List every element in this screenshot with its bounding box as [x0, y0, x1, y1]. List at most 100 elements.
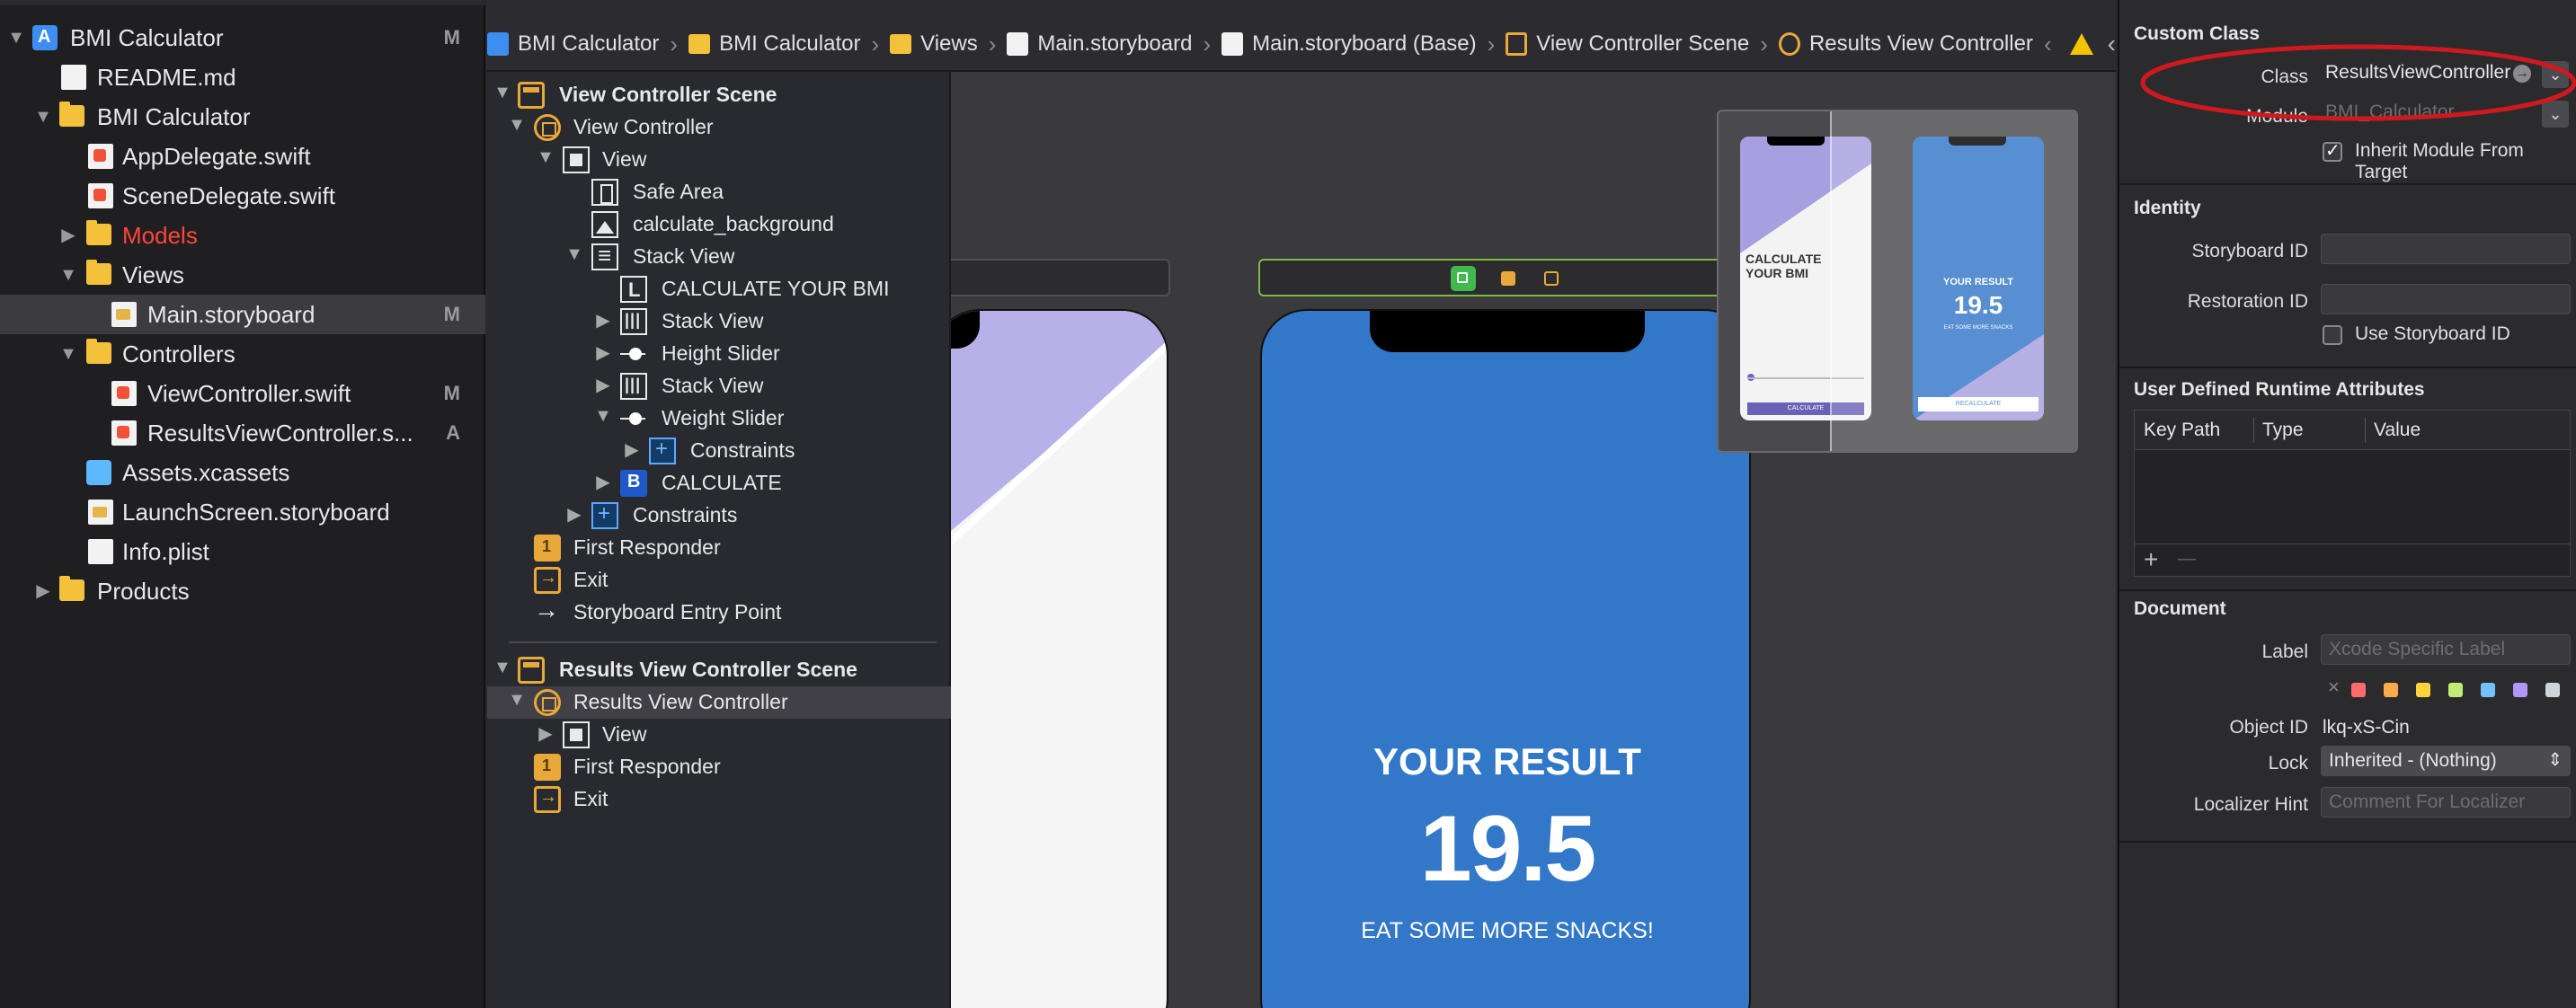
outline-exit[interactable]: Exit — [487, 564, 951, 597]
canvas-minimap[interactable]: CALCULATE YOUR BMI CALCULATE YOUR RESULT… — [1717, 110, 2078, 453]
localizer-hint-field[interactable]: Comment For Localizer — [2321, 787, 2571, 818]
minimap-viewport-indicator[interactable] — [1830, 111, 2076, 451]
color-swatch-green[interactable] — [2448, 683, 2463, 697]
outline-view-controller[interactable]: ▼ View Controller — [487, 111, 951, 144]
nav-item-views[interactable]: ▼ Views — [0, 255, 485, 295]
result-title-label[interactable]: YOUR RESULT — [1262, 740, 1749, 783]
jump-bar-storyboard[interactable]: Main.storyboard — [1007, 31, 1192, 57]
jump-bar-storyboard-base[interactable]: Main.storyboard (Base) — [1221, 31, 1477, 57]
color-swatch-yellow[interactable] — [2416, 683, 2430, 697]
outline-results-scene[interactable]: ▼ Results View Controller Scene — [487, 654, 951, 686]
nav-item-resultsviewcontroller[interactable]: ResultsViewController.s... A — [0, 413, 485, 453]
color-swatch-orange[interactable] — [2384, 683, 2398, 697]
outline-background[interactable]: calculate_background — [487, 208, 951, 241]
result-value-label[interactable]: 19.5 — [1262, 796, 1749, 903]
nav-item-group-bmi[interactable]: ▼ BMI Calculator — [0, 97, 485, 137]
disclosure-triangle-icon[interactable]: ▶ — [593, 341, 613, 364]
use-storyboard-id-checkbox[interactable] — [2323, 325, 2342, 345]
outline-stack-view[interactable]: ▼ Stack View — [487, 241, 951, 273]
nav-item-launchscreen[interactable]: LaunchScreen.storyboard — [0, 492, 485, 532]
lock-popup[interactable]: Inherited - (Nothing) ⇕ — [2321, 746, 2571, 776]
outline-constraints-inner[interactable]: ▶ Constraints — [487, 435, 951, 467]
disclosure-triangle-icon[interactable]: ▼ — [507, 690, 527, 711]
jump-bar-views[interactable]: Views — [890, 31, 978, 57]
chevron-left-icon[interactable]: ‹ — [2044, 31, 2052, 58]
outline-safe-area[interactable]: Safe Area — [487, 176, 951, 208]
disclosure-triangle-icon[interactable]: ▼ — [507, 115, 527, 136]
outline-constraints[interactable]: ▶ Constraints — [487, 500, 951, 532]
column-value[interactable]: Value — [2374, 420, 2421, 441]
scene-dock-left[interactable] — [951, 259, 1170, 296]
disclosure-triangle-icon[interactable]: ▼ — [536, 147, 555, 168]
jump-bar-results-vc[interactable]: Results View Controller — [1778, 31, 2033, 57]
nav-item-main-storyboard[interactable]: Main.storyboard M — [0, 295, 485, 334]
calculate-scene-phone[interactable] — [951, 309, 1168, 1008]
outline-vc-scene[interactable]: ▼ View Controller Scene — [487, 79, 951, 111]
result-advice-label[interactable]: EAT SOME MORE SNACKS! — [1262, 918, 1749, 944]
nav-item-infoplist[interactable]: Info.plist — [0, 532, 485, 571]
outline-weight-slider[interactable]: ▼ Weight Slider — [487, 402, 951, 435]
disclosure-triangle-icon[interactable]: ▶ — [32, 580, 54, 602]
disclosure-triangle-icon[interactable]: ▶ — [58, 225, 79, 246]
jump-bar-project[interactable]: BMI Calculator — [487, 31, 659, 57]
add-attribute-button[interactable]: + — [2144, 545, 2158, 574]
color-swatch-blue[interactable] — [2481, 683, 2495, 697]
column-type[interactable]: Type — [2262, 420, 2304, 441]
restoration-id-field[interactable] — [2321, 284, 2571, 314]
results-scene-phone[interactable]: YOUR RESULT 19.5 EAT SOME MORE SNACKS! — [1260, 309, 1751, 1008]
document-label-field[interactable]: Xcode Specific Label — [2321, 634, 2571, 665]
color-swatch-purple[interactable] — [2513, 683, 2527, 697]
nav-item-viewcontroller[interactable]: ViewController.swift M — [0, 374, 485, 413]
view-controller-dock-icon[interactable] — [1451, 266, 1476, 291]
outline-stack-view-2[interactable]: ▶ Stack View — [487, 305, 951, 338]
outline-results-first-responder[interactable]: First Responder — [487, 751, 951, 783]
nav-item-label: ResultsViewController.s... — [147, 419, 413, 447]
first-responder-dock-icon[interactable] — [1496, 266, 1521, 291]
column-key-path[interactable]: Key Path — [2144, 420, 2220, 441]
nav-item-products[interactable]: ▶ Products — [0, 571, 485, 611]
disclosure-triangle-icon[interactable]: ▼ — [593, 406, 613, 427]
jump-bar-group[interactable]: BMI Calculator — [688, 31, 860, 57]
disclosure-triangle-icon[interactable]: ▶ — [536, 722, 555, 745]
nav-item-appdelegate[interactable]: AppDelegate.swift — [0, 137, 485, 176]
nav-item-models[interactable]: ▶ Models — [0, 216, 485, 255]
disclosure-triangle-icon[interactable]: ▶ — [593, 471, 613, 493]
nav-item-project[interactable]: ▼ BMI Calculator M — [0, 18, 485, 57]
clear-color-label-icon[interactable]: × — [2328, 676, 2340, 699]
disclosure-triangle-icon[interactable]: ▼ — [5, 27, 27, 49]
disclosure-triangle-icon[interactable]: ▼ — [58, 264, 79, 286]
disclosure-triangle-icon[interactable]: ▼ — [493, 658, 512, 678]
exit-dock-icon[interactable] — [1539, 266, 1564, 291]
disclosure-triangle-icon[interactable]: ▼ — [58, 343, 79, 365]
inherit-module-checkbox[interactable] — [2323, 139, 2342, 162]
outline-results-view[interactable]: ▶ View — [487, 719, 951, 751]
outline-entry-point[interactable]: Storyboard Entry Point — [487, 596, 951, 629]
nav-item-assets[interactable]: Assets.xcassets — [0, 453, 485, 492]
disclosure-triangle-icon[interactable]: ▼ — [564, 244, 584, 265]
outline-calculate-button[interactable]: ▶ CALCULATE — [487, 467, 951, 500]
outline-view[interactable]: ▼ View — [487, 144, 951, 176]
outline-stack-view-3[interactable]: ▶ Stack View — [487, 370, 951, 402]
outline-results-exit[interactable]: Exit — [487, 783, 951, 816]
jump-bar-scene[interactable]: View Controller Scene — [1506, 31, 1749, 57]
disclosure-triangle-icon[interactable]: ▼ — [493, 83, 512, 103]
scene-dock-results[interactable] — [1258, 259, 1762, 296]
nav-item-scenedelegate[interactable]: SceneDelegate.swift — [0, 176, 485, 216]
nav-item-readme[interactable]: README.md — [0, 57, 485, 97]
nav-item-controllers[interactable]: ▼ Controllers — [0, 334, 485, 374]
outline-results-vc[interactable]: ▼ Results View Controller — [487, 686, 951, 719]
runtime-attributes-table[interactable]: Key Path Type Value + — — [2134, 410, 2571, 577]
outline-calc-label[interactable]: CALCULATE YOUR BMI — [487, 273, 951, 305]
warning-icon[interactable] — [2069, 33, 2093, 55]
disclosure-triangle-icon[interactable]: ▼ — [32, 106, 54, 128]
outline-first-responder[interactable]: First Responder — [487, 532, 951, 564]
disclosure-triangle-icon[interactable]: ▶ — [564, 503, 584, 526]
remove-attribute-button[interactable]: — — [2178, 549, 2196, 570]
disclosure-triangle-icon[interactable]: ▶ — [593, 309, 613, 332]
color-swatch-red[interactable] — [2351, 683, 2366, 697]
outline-height-slider[interactable]: ▶ Height Slider — [487, 338, 951, 370]
storyboard-id-field[interactable] — [2321, 234, 2571, 264]
color-swatch-gray[interactable] — [2545, 683, 2560, 697]
disclosure-triangle-icon[interactable]: ▶ — [593, 374, 613, 396]
disclosure-triangle-icon[interactable]: ▶ — [622, 438, 642, 461]
